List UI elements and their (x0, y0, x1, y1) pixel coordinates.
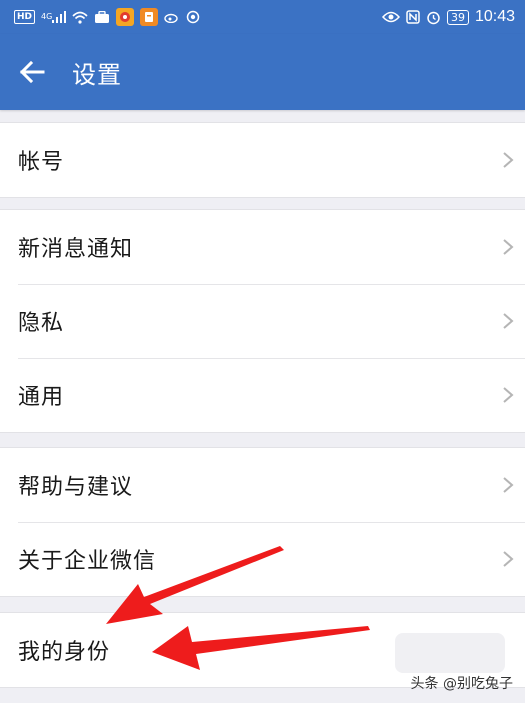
settings-item-account[interactable]: 帐号 (0, 123, 525, 197)
watermark-blur (395, 633, 505, 673)
settings-item-label: 隐私 (18, 311, 65, 336)
settings-item-notifications[interactable]: 新消息通知 (0, 210, 525, 284)
battery-indicator: 39 (446, 9, 469, 25)
chevron-right-icon (499, 550, 517, 568)
settings-item-label: 新消息通知 (18, 237, 134, 262)
settings-group-general: 新消息通知 隐私 通用 (0, 209, 525, 433)
briefcase-icon (94, 9, 110, 25)
nfc-icon (406, 9, 420, 25)
status-time: 10:43 (474, 8, 515, 25)
settings-group-help: 帮助与建议 关于企业微信 (0, 447, 525, 597)
settings-item-privacy[interactable]: 隐私 (0, 284, 525, 358)
settings-item-label: 帮助与建议 (18, 475, 134, 500)
status-bar-left: HD 4G (14, 8, 200, 26)
signal-label: 4G (41, 12, 53, 21)
settings-item-label: 我的身份 (18, 640, 111, 665)
settings-item-label: 关于企业微信 (18, 549, 157, 574)
chevron-right-icon (499, 238, 517, 256)
arrow-left-icon (19, 60, 45, 84)
status-bar-right: 39 10:43 (381, 8, 515, 26)
chevron-right-icon (499, 476, 517, 494)
chevron-right-icon (499, 386, 517, 404)
chevron-right-icon (499, 151, 517, 169)
status-bar: HD 4G 39 10:43 (0, 0, 525, 34)
round-app-icon (186, 9, 200, 25)
eye-icon (381, 9, 400, 25)
app-notification-icon (116, 8, 135, 26)
chevron-right-icon (499, 312, 517, 330)
hd-badge: HD (14, 10, 36, 24)
app-notification-icon-2 (140, 8, 159, 26)
signal-icon: 4G (41, 9, 67, 25)
settings-item-help[interactable]: 帮助与建议 (0, 448, 525, 522)
settings-item-label: 帐号 (18, 150, 65, 175)
back-button[interactable] (12, 52, 52, 92)
alarm-icon (426, 9, 441, 25)
settings-item-general[interactable]: 通用 (0, 358, 525, 432)
settings-item-about[interactable]: 关于企业微信 (0, 522, 525, 596)
page-title: 设置 (72, 60, 122, 89)
settings-item-label: 通用 (18, 385, 65, 410)
app-bar: 设置 (0, 34, 525, 110)
settings-group-account: 帐号 (0, 122, 525, 198)
wifi-icon (72, 9, 88, 25)
watermark: 头条 @别吃兔子 (410, 676, 513, 692)
weibo-icon (164, 9, 180, 25)
